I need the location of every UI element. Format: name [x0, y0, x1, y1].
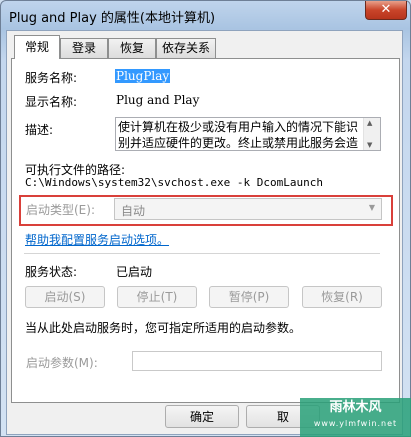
- description-scrollbar[interactable]: ▲ ▼: [363, 118, 380, 150]
- start-params-label: 启动参数(M):: [26, 356, 98, 370]
- description-box[interactable]: 使计算机在极少或没有用户输入的情况下能识别并适应硬件的更改。终止或禁用此服务会造…: [115, 117, 381, 151]
- startup-help-link[interactable]: 帮助我配置服务启动选项。: [25, 231, 169, 248]
- start-button[interactable]: 启动(S): [25, 286, 105, 308]
- service-name-value[interactable]: PlugPlay: [115, 69, 171, 83]
- service-status-label: 服务状态:: [25, 265, 78, 279]
- description-label: 描述:: [25, 123, 54, 137]
- description-text: 使计算机在极少或没有用户输入的情况下能识别并适应硬件的更改。终止或禁用此服务会造: [118, 120, 359, 150]
- stop-button[interactable]: 停止(T): [117, 286, 197, 308]
- watermark-url: www.ylmfwin.net: [313, 419, 398, 428]
- scroll-up-icon[interactable]: ▲: [367, 119, 372, 127]
- scroll-down-icon[interactable]: ▼: [367, 141, 372, 149]
- exe-path-value: C:\Windows\system32\svchost.exe -k DcomL…: [25, 176, 324, 189]
- ok-button[interactable]: 确定: [165, 405, 239, 428]
- start-params-input[interactable]: [132, 351, 382, 371]
- pause-button[interactable]: 暂停(P): [209, 286, 289, 308]
- service-status-value: 已启动: [116, 265, 153, 279]
- display-name-label: 显示名称:: [25, 95, 78, 109]
- watermark-logo: 雨林木风 www.ylmfwin.net: [300, 398, 411, 437]
- display-name-value[interactable]: Plug and Play: [116, 93, 199, 107]
- startup-type-highlight-box: [19, 195, 393, 226]
- start-params-hint: 当从此处启动服务时，您可指定所适用的启动参数。: [25, 321, 302, 335]
- section-divider: [24, 253, 380, 254]
- resume-button[interactable]: 恢复(R): [302, 286, 382, 308]
- service-name-label: 服务名称:: [25, 71, 78, 85]
- watermark-text: 雨林木风: [329, 400, 382, 415]
